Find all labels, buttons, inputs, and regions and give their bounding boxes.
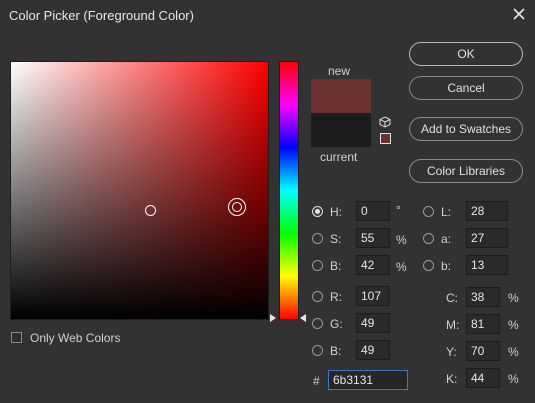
new-color-label: new [328,64,351,78]
brightness-label: B: [330,259,342,273]
saturation-unit: % [396,233,407,247]
radio-b[interactable] [423,260,434,271]
radio-brightness[interactable] [312,260,323,271]
color-field[interactable] [10,61,269,320]
cyan-label: C: [446,291,458,305]
brightness-unit: % [396,260,407,274]
magenta-input[interactable]: 81 [466,314,500,334]
magenta-label: M: [446,318,460,332]
window-title: Color Picker (Foreground Color) [9,8,194,23]
cancel-button[interactable]: Cancel [409,76,523,100]
cube-icon[interactable] [379,116,391,128]
yellow-input[interactable]: 70 [466,341,500,361]
hue-unit: ° [396,203,401,217]
new-color-swatch [311,79,371,113]
b-lab-label: b: [441,259,452,273]
color-libraries-button[interactable]: Color Libraries [409,159,523,183]
only-web-colors-label[interactable]: Only Web Colors [30,331,120,345]
green-label: G: [330,317,343,331]
blue-input[interactable]: 49 [356,340,390,360]
b-lab-input[interactable]: 13 [466,255,508,275]
color-field-black-gradient [11,62,268,319]
lightness-input[interactable]: 28 [466,201,508,221]
blue-label: B: [330,344,342,358]
yellow-label: Y: [446,345,457,359]
red-label: R: [330,290,342,304]
web-safe-swatch-icon[interactable] [380,133,391,144]
current-color-swatch[interactable] [311,113,371,147]
a-input[interactable]: 27 [466,228,508,248]
yellow-unit: % [508,345,519,359]
radio-hue[interactable] [312,206,323,217]
black-label: K: [446,372,458,386]
radio-green[interactable] [312,318,323,329]
radio-a[interactable] [423,233,434,244]
radio-saturation[interactable] [312,233,323,244]
hue-label: H: [330,205,342,219]
close-icon[interactable] [509,4,529,24]
hue-slider-right-handle[interactable] [300,314,306,322]
brightness-input[interactable]: 42 [356,255,390,275]
black-unit: % [508,372,519,386]
black-input[interactable]: 44 [466,368,500,388]
add-to-swatches-button[interactable]: Add to Swatches [409,117,523,141]
green-input[interactable]: 49 [356,313,390,333]
hex-input[interactable]: 6b3131 [328,370,408,390]
hue-input[interactable]: 0 [356,201,390,221]
cyan-input[interactable]: 38 [466,287,500,307]
hex-prefix: # [313,374,320,388]
saturation-input[interactable]: 55 [356,228,390,248]
a-label: a: [441,232,452,246]
saturation-label: S: [330,232,342,246]
hue-slider[interactable] [279,61,299,320]
radio-red[interactable] [312,291,323,302]
only-web-colors-checkbox[interactable] [11,332,22,343]
radio-blue[interactable] [312,345,323,356]
color-field-gamut-marker [228,198,246,216]
lightness-label: L: [441,205,452,219]
current-color-label: current [320,150,358,164]
color-field-cursor[interactable] [145,205,156,216]
radio-lightness[interactable] [423,206,434,217]
cyan-unit: % [508,291,519,305]
hue-slider-left-handle[interactable] [270,314,276,322]
red-input[interactable]: 107 [356,286,390,306]
magenta-unit: % [508,318,519,332]
ok-button[interactable]: OK [409,42,523,66]
